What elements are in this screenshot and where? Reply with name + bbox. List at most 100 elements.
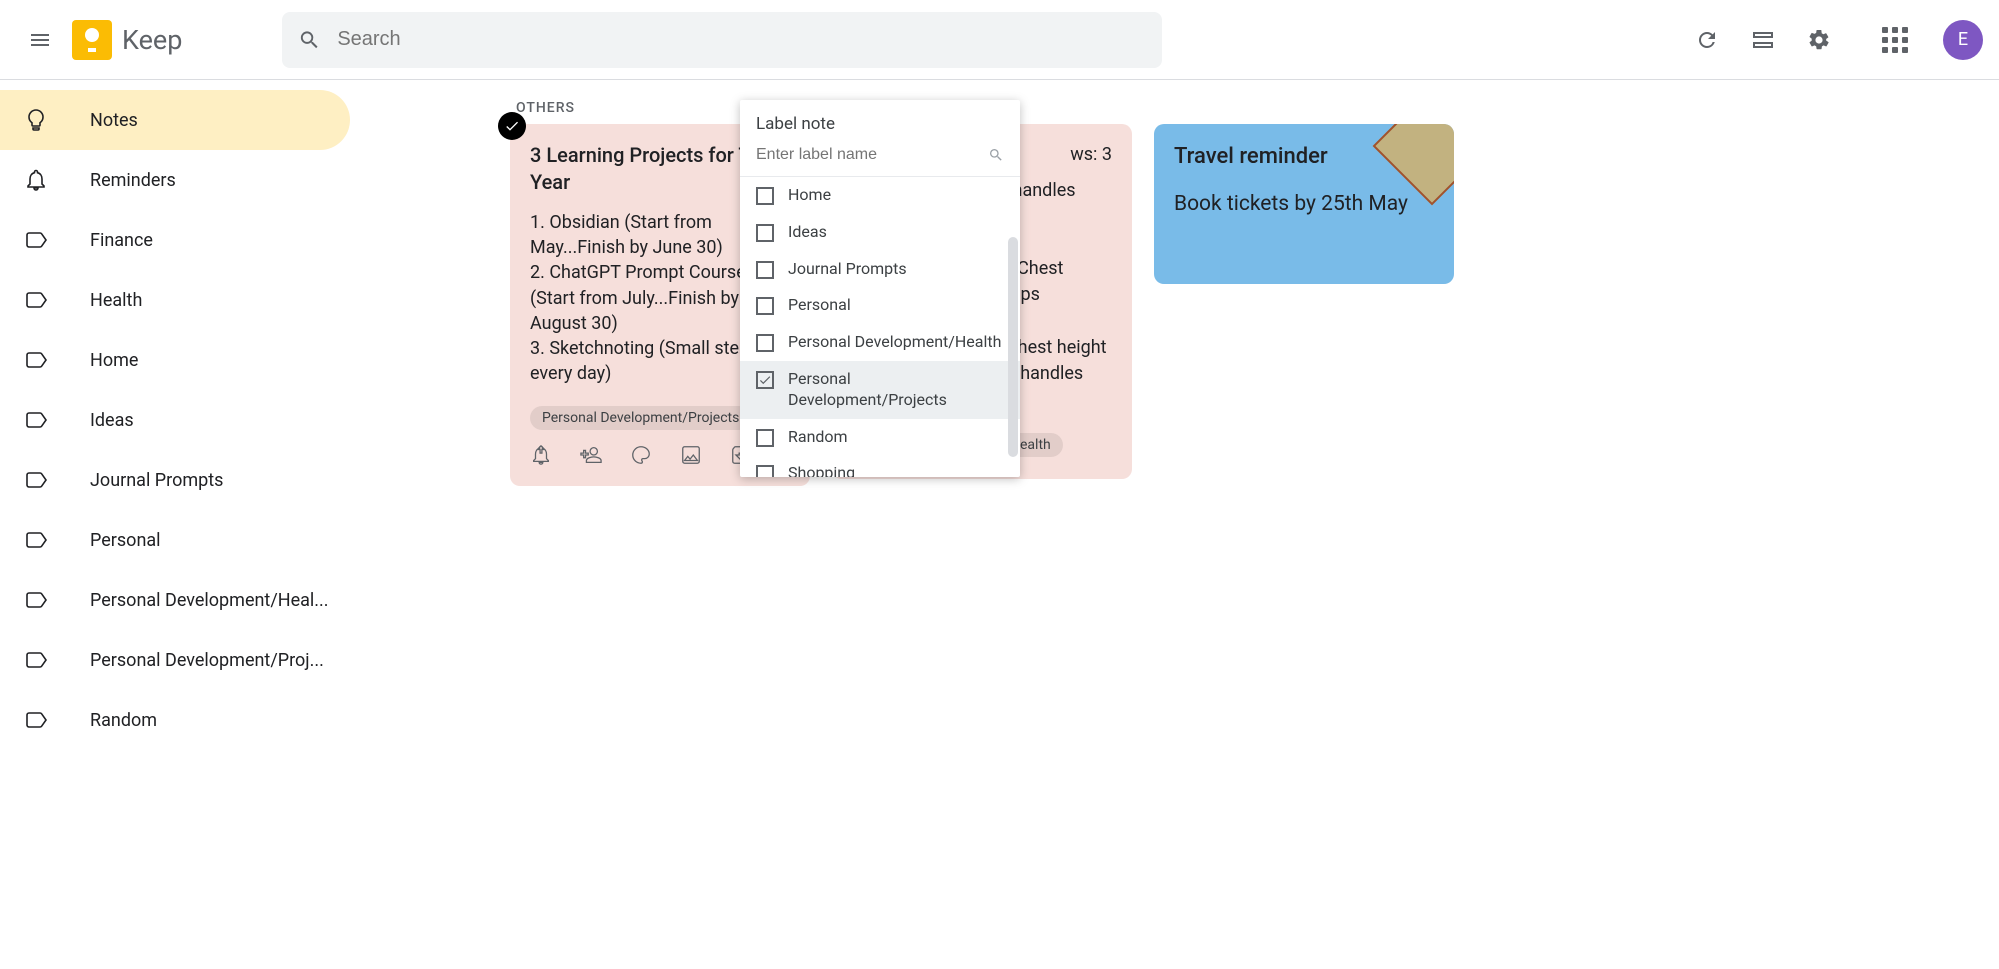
label-option-journal-prompts[interactable]: Journal Prompts bbox=[740, 251, 1020, 288]
sidebar-item-health[interactable]: Health bbox=[0, 270, 350, 330]
checkbox-icon bbox=[756, 187, 774, 205]
sidebar-item-label: Health bbox=[90, 290, 142, 311]
check-icon bbox=[504, 118, 520, 134]
google-apps-button[interactable] bbox=[1871, 16, 1919, 64]
apps-grid-icon bbox=[1882, 27, 1908, 53]
background-options-button[interactable] bbox=[630, 444, 652, 470]
search-icon bbox=[988, 147, 1004, 163]
notes-row: 3 Learning Projects for This Year 1. Obs… bbox=[510, 124, 1849, 486]
person-add-icon bbox=[580, 444, 602, 466]
sidebar-item-home[interactable]: Home bbox=[0, 330, 350, 390]
sidebar-item-label: Journal Prompts bbox=[90, 470, 223, 491]
label-icon bbox=[24, 468, 72, 492]
label-icon bbox=[24, 648, 72, 672]
sidebar-item-personal-dev-projects[interactable]: Personal Development/Proj... bbox=[0, 630, 350, 690]
label-option-home[interactable]: Home bbox=[740, 177, 1020, 214]
note-body: Book tickets by 25th May bbox=[1174, 190, 1434, 219]
section-header: OTHERS bbox=[516, 100, 1849, 116]
app-logo[interactable]: Keep bbox=[72, 20, 182, 60]
label-option-text: Home bbox=[788, 185, 831, 206]
checkbox-icon bbox=[756, 429, 774, 447]
note-card-travel-reminder[interactable]: Travel reminder Book tickets by 25th May bbox=[1154, 124, 1454, 284]
label-options-list[interactable]: Home Ideas Journal Prompts Personal Pers… bbox=[740, 177, 1020, 477]
header-actions: E bbox=[1683, 16, 1983, 64]
sidebar-item-ideas[interactable]: Ideas bbox=[0, 390, 350, 450]
label-icon bbox=[24, 408, 72, 432]
sidebar-item-label: Finance bbox=[90, 230, 153, 251]
sidebar-item-notes[interactable]: Notes bbox=[0, 90, 350, 150]
label-note-popup: Label note Home Ideas Journal Prompts Pe… bbox=[740, 100, 1020, 477]
sidebar-item-label: Reminders bbox=[90, 170, 176, 191]
app-title: Keep bbox=[122, 24, 182, 56]
search-box[interactable] bbox=[282, 12, 1162, 68]
note-label-chip[interactable]: Personal Development/Projects bbox=[530, 406, 751, 430]
sidebar-item-label: Personal bbox=[90, 530, 161, 551]
add-image-button[interactable] bbox=[680, 444, 702, 470]
bulb-icon bbox=[24, 108, 72, 132]
keep-logo-icon bbox=[72, 20, 112, 60]
list-view-button[interactable] bbox=[1739, 16, 1787, 64]
label-option-pd-health[interactable]: Personal Development/Health bbox=[740, 324, 1020, 361]
search-icon bbox=[298, 28, 321, 52]
select-note-button[interactable] bbox=[498, 112, 526, 140]
checkbox-icon bbox=[756, 334, 774, 352]
sidebar-item-label: Home bbox=[90, 350, 138, 371]
image-icon bbox=[680, 444, 702, 466]
label-option-text: Random bbox=[788, 427, 848, 448]
label-icon bbox=[24, 528, 72, 552]
label-option-random[interactable]: Random bbox=[740, 419, 1020, 456]
sidebar-item-label: Personal Development/Heal... bbox=[90, 590, 329, 611]
palette-icon bbox=[630, 444, 652, 466]
reminder-icon bbox=[530, 444, 552, 466]
checkbox-icon bbox=[756, 224, 774, 242]
refresh-button[interactable] bbox=[1683, 16, 1731, 64]
checkbox-icon bbox=[756, 297, 774, 315]
account-avatar[interactable]: E bbox=[1943, 20, 1983, 60]
main-menu-button[interactable] bbox=[16, 16, 64, 64]
refresh-icon bbox=[1695, 28, 1719, 52]
label-option-pd-projects[interactable]: Personal Development/Projects bbox=[740, 361, 1020, 419]
label-option-text: Ideas bbox=[788, 222, 827, 243]
label-option-text: Shopping bbox=[788, 463, 855, 477]
label-icon bbox=[24, 288, 72, 312]
remind-me-button[interactable] bbox=[530, 444, 552, 470]
label-icon bbox=[24, 588, 72, 612]
sidebar-item-personal[interactable]: Personal bbox=[0, 510, 350, 570]
gear-icon bbox=[1807, 28, 1831, 52]
checkbox-checked-icon bbox=[756, 371, 774, 389]
label-option-ideas[interactable]: Ideas bbox=[740, 214, 1020, 251]
bell-icon bbox=[24, 168, 72, 192]
scrollbar[interactable] bbox=[1008, 237, 1018, 457]
sidebar-item-label: Random bbox=[90, 710, 157, 731]
sidebar-item-reminders[interactable]: Reminders bbox=[0, 150, 350, 210]
label-icon bbox=[24, 228, 72, 252]
label-option-text: Personal Development/Health bbox=[788, 332, 1001, 353]
sidebar-item-label: Ideas bbox=[90, 410, 134, 431]
sidebar-item-finance[interactable]: Finance bbox=[0, 210, 350, 270]
label-search-row bbox=[740, 142, 1020, 177]
list-view-icon bbox=[1751, 28, 1775, 52]
note-title: Travel reminder bbox=[1174, 142, 1434, 172]
sidebar-item-label: Notes bbox=[90, 110, 138, 131]
sidebar-item-random[interactable]: Random bbox=[0, 690, 350, 750]
label-option-text: Journal Prompts bbox=[788, 259, 907, 280]
sidebar-item-journal-prompts[interactable]: Journal Prompts bbox=[0, 450, 350, 510]
label-icon bbox=[24, 708, 72, 732]
sidebar-item-personal-dev-health[interactable]: Personal Development/Heal... bbox=[0, 570, 350, 630]
checkbox-icon bbox=[756, 261, 774, 279]
label-popup-title: Label note bbox=[740, 100, 1020, 142]
sidebar: Notes Reminders Finance Health Home Idea… bbox=[0, 80, 350, 969]
settings-button[interactable] bbox=[1795, 16, 1843, 64]
sidebar-item-label: Personal Development/Proj... bbox=[90, 650, 324, 671]
label-option-text: Personal bbox=[788, 295, 851, 316]
label-option-shopping[interactable]: Shopping bbox=[740, 455, 1020, 477]
label-option-personal[interactable]: Personal bbox=[740, 287, 1020, 324]
checkbox-icon bbox=[756, 465, 774, 477]
search-input[interactable] bbox=[337, 28, 1146, 51]
search-container bbox=[282, 12, 1162, 68]
label-icon bbox=[24, 348, 72, 372]
label-option-text: Personal Development/Projects bbox=[788, 369, 1004, 411]
collaborator-button[interactable] bbox=[580, 444, 602, 470]
label-name-input[interactable] bbox=[756, 146, 988, 164]
hamburger-icon bbox=[28, 28, 52, 52]
